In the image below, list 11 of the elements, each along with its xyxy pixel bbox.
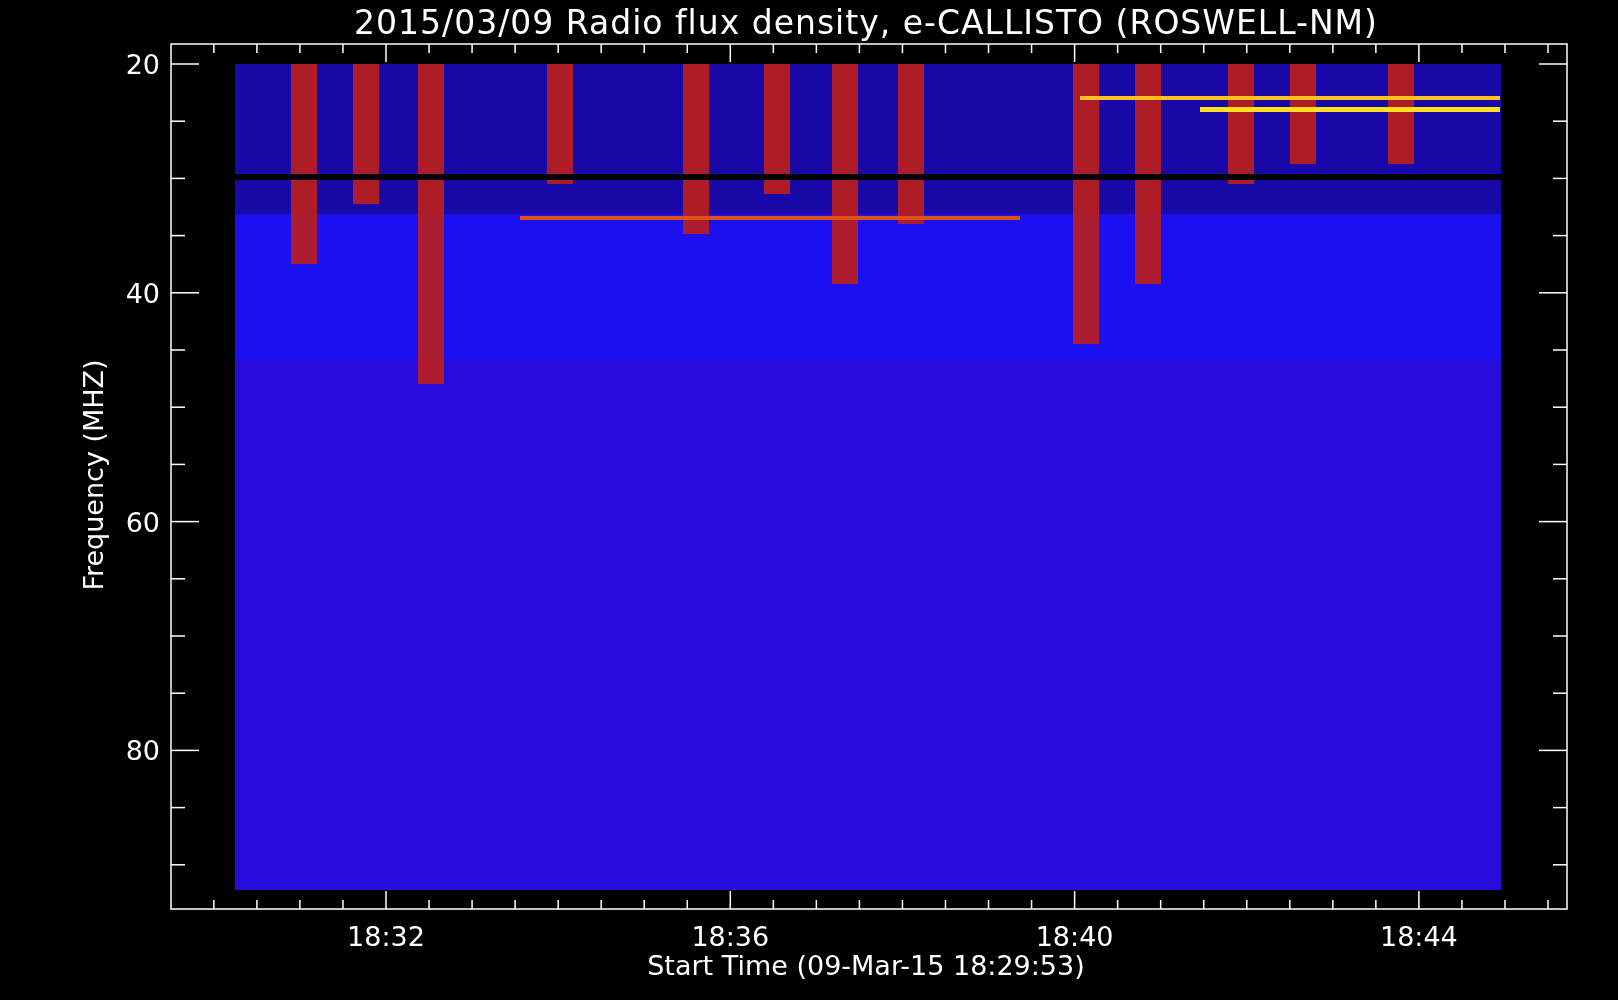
y-tick-label: 20 bbox=[125, 49, 160, 80]
x-axis-label: Start Time (09-Mar-15 18:29:53) bbox=[647, 950, 1085, 981]
x-tick-label: 18:32 bbox=[347, 921, 425, 952]
x-tick-label: 18:36 bbox=[691, 921, 770, 952]
y-tick-label: 60 bbox=[125, 506, 160, 538]
x-tick-label: 18:44 bbox=[1380, 921, 1458, 952]
y-axis-label: Frequency (MHZ) bbox=[78, 359, 109, 591]
y-tick-label: 80 bbox=[125, 735, 160, 767]
x-tick-label: 18:40 bbox=[1035, 921, 1114, 952]
chart-title: 2015/03/09 Radio flux density, e-CALLISTO (ROSWELL-NM) bbox=[354, 3, 1378, 42]
y-tick-label: 40 bbox=[125, 277, 160, 309]
